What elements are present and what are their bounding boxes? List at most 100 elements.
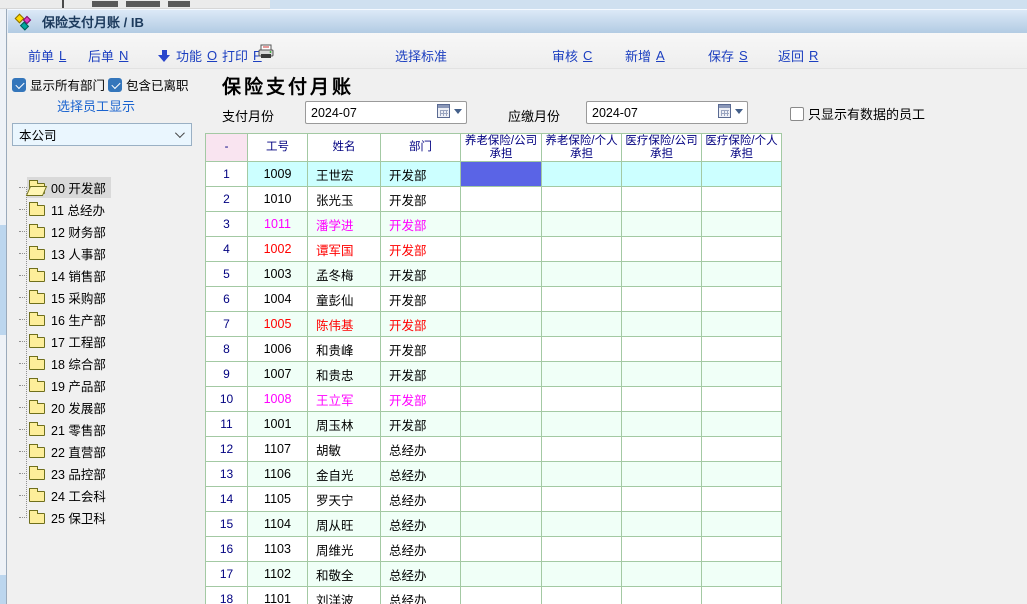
cell-pension_personal[interactable] [542,312,622,337]
cell-medical_personal[interactable] [702,587,782,604]
tree-item-16[interactable]: 16 生产部 [19,309,111,329]
cell-pension_company[interactable] [461,262,542,287]
cell-medical_personal[interactable] [702,237,782,262]
cell-medical_company[interactable] [622,587,702,604]
cell-id[interactable]: 1008 [248,387,308,412]
cell-pension_personal[interactable] [542,362,622,387]
cell-medical_company[interactable] [622,512,702,537]
cell-pension_company[interactable] [461,437,542,462]
cell-id[interactable]: 1003 [248,262,308,287]
cell-medical_company[interactable] [622,162,702,187]
show-all-departments-checkbox[interactable]: 显示所有部门 [12,75,105,94]
toolbar-print-button[interactable]: 打印P [222,46,262,65]
cell-name[interactable]: 张光玉 [308,187,381,212]
cell-medical_personal[interactable] [702,512,782,537]
row-selector-cell[interactable]: 12 [206,437,248,462]
cell-medical_company[interactable] [622,362,702,387]
cell-dept[interactable]: 开发部 [381,212,461,237]
cell-pension_company[interactable] [461,537,542,562]
cell-dept[interactable]: 总经办 [381,462,461,487]
cell-medical_personal[interactable] [702,462,782,487]
cell-medical_personal[interactable] [702,387,782,412]
cell-dept[interactable]: 开发部 [381,387,461,412]
cell-name[interactable]: 潘学进 [308,212,381,237]
cell-id[interactable]: 1104 [248,512,308,537]
cell-pension_company[interactable] [461,587,542,604]
include-resigned-checkbox[interactable]: 包含已离职 [108,75,189,94]
cell-pension_personal[interactable] [542,437,622,462]
cell-id[interactable]: 1007 [248,362,308,387]
cell-medical_company[interactable] [622,387,702,412]
cell-medical_company[interactable] [622,337,702,362]
pay-month-select[interactable]: 2024-07 [305,101,467,124]
cell-dept[interactable]: 开发部 [381,187,461,212]
only-employees-with-data-checkbox[interactable]: 只显示有数据的员工 [790,104,925,123]
toolbar-prev-button[interactable]: 前单L [28,46,66,65]
cell-name[interactable]: 周维光 [308,537,381,562]
cell-pension_personal[interactable] [542,162,622,187]
row-selector-cell[interactable]: 5 [206,262,248,287]
cell-medical_company[interactable] [622,312,702,337]
cell-pension_personal[interactable] [542,587,622,604]
cell-pension_personal[interactable] [542,562,622,587]
cell-pension_company[interactable] [461,337,542,362]
cell-id[interactable]: 1010 [248,187,308,212]
cell-dept[interactable]: 开发部 [381,162,461,187]
cell-medical_company[interactable] [622,287,702,312]
cell-name[interactable]: 和贵忠 [308,362,381,387]
cell-pension_personal[interactable] [542,387,622,412]
cell-pension_personal[interactable] [542,487,622,512]
cell-pension_company[interactable] [461,237,542,262]
cell-pension_company[interactable] [461,412,542,437]
cell-medical_company[interactable] [622,237,702,262]
cell-dept[interactable]: 开发部 [381,262,461,287]
cell-dept[interactable]: 总经办 [381,562,461,587]
cell-pension_company[interactable] [461,487,542,512]
select-employee-display-link[interactable]: 选择员工显示 [57,96,135,115]
cell-medical_company[interactable] [622,462,702,487]
tree-item-15[interactable]: 15 采购部 [19,287,111,307]
cell-medical_personal[interactable] [702,537,782,562]
cell-dept[interactable]: 开发部 [381,287,461,312]
cell-pension_company[interactable] [461,362,542,387]
cell-medical_personal[interactable] [702,287,782,312]
printer-icon[interactable] [257,44,276,60]
tree-item-20[interactable]: 20 发展部 [19,397,111,417]
cell-dept[interactable]: 开发部 [381,412,461,437]
cell-medical_company[interactable] [622,187,702,212]
cell-dept[interactable]: 总经办 [381,512,461,537]
cell-pension_personal[interactable] [542,187,622,212]
tree-item-25[interactable]: 25 保卫科 [19,507,111,527]
cell-pension_company[interactable] [461,312,542,337]
cell-pension_personal[interactable] [542,212,622,237]
cell-pension_personal[interactable] [542,237,622,262]
cell-pension_company[interactable] [461,212,542,237]
cell-id[interactable]: 1002 [248,237,308,262]
cell-medical_company[interactable] [622,537,702,562]
cell-medical_company[interactable] [622,262,702,287]
row-selector-cell[interactable]: 16 [206,537,248,562]
row-selector-cell[interactable]: 17 [206,562,248,587]
cell-name[interactable]: 和贵峰 [308,337,381,362]
cell-name[interactable]: 王世宏 [308,162,381,187]
cell-name[interactable]: 金自光 [308,462,381,487]
row-selector-cell[interactable]: 7 [206,312,248,337]
cell-medical_personal[interactable] [702,212,782,237]
tree-item-13[interactable]: 13 人事部 [19,243,111,263]
toolbar-back-button[interactable]: 返回R [778,46,818,65]
cell-name[interactable]: 罗天宁 [308,487,381,512]
cell-pension_company[interactable] [461,562,542,587]
tree-item-22[interactable]: 22 直营部 [19,441,111,461]
cell-medical_personal[interactable] [702,437,782,462]
cell-name[interactable]: 和敬全 [308,562,381,587]
row-selector-cell[interactable]: 14 [206,487,248,512]
cell-pension_company[interactable] [461,287,542,312]
cell-id[interactable]: 1102 [248,562,308,587]
cell-pension_company[interactable] [461,387,542,412]
tree-item-21[interactable]: 21 零售部 [19,419,111,439]
row-selector-cell[interactable]: 3 [206,212,248,237]
tree-item-18[interactable]: 18 综合部 [19,353,111,373]
cell-medical_company[interactable] [622,487,702,512]
cell-pension_company[interactable] [461,187,542,212]
row-selector-cell[interactable]: 10 [206,387,248,412]
